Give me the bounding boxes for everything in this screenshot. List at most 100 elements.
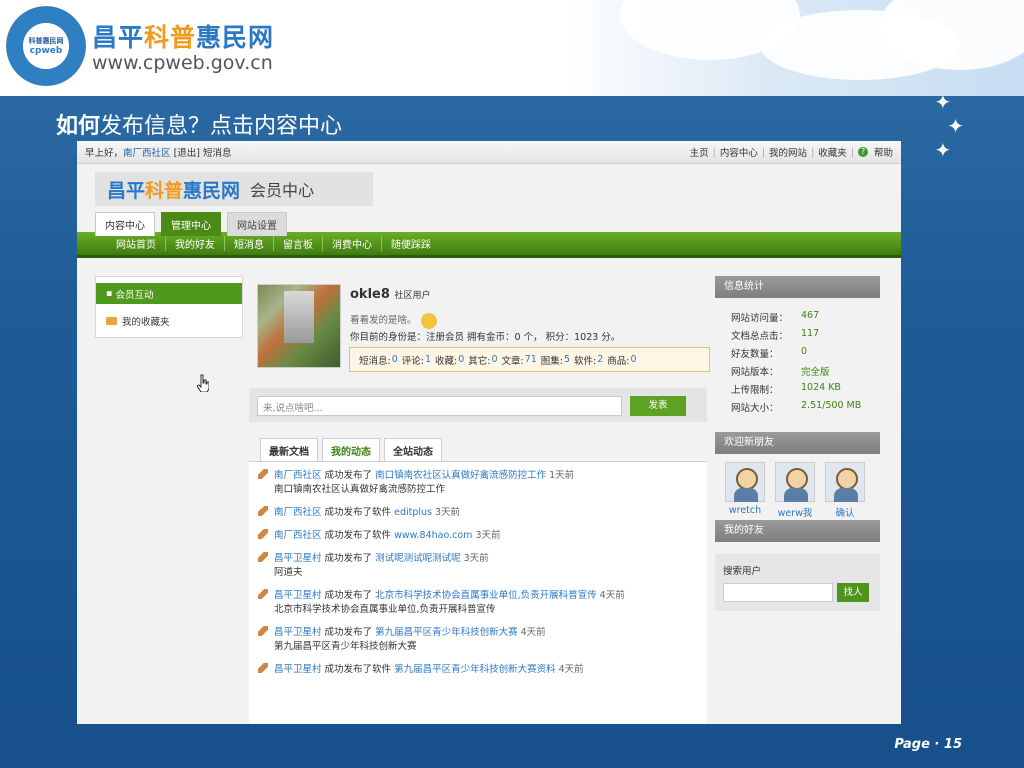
feed-target-link[interactable]: editplus bbox=[394, 507, 432, 518]
seal-text-bottom: cpweb bbox=[29, 46, 63, 56]
tab-latest-docs[interactable]: 最新文档 bbox=[260, 438, 318, 463]
friend-card[interactable]: 确认 bbox=[825, 462, 865, 520]
stat-label: 其它: bbox=[468, 355, 491, 367]
tab-content-center[interactable]: 内容中心 bbox=[95, 212, 155, 236]
feed-target-link[interactable]: 第九届昌平区青少年科技创新大赛 bbox=[375, 627, 518, 638]
feed-item: 昌平卫星村 成功发布了 测试呢测试呢测试呢 3天前 阿道夫 bbox=[258, 552, 698, 580]
search-input[interactable] bbox=[723, 583, 833, 602]
tab-my-activity[interactable]: 我的动态 bbox=[322, 438, 380, 463]
feed-time: 4天前 bbox=[520, 627, 546, 638]
feed-time: 3天前 bbox=[435, 507, 461, 518]
slide-header: 科普惠民网 cpweb 昌平科普惠民网 www.cpweb.gov.cn bbox=[0, 0, 1024, 96]
stat-value: 2 bbox=[597, 354, 604, 365]
page-number: Page · 15 bbox=[894, 737, 962, 752]
post-button[interactable]: 发表 bbox=[630, 396, 686, 416]
user-avatar-icon bbox=[825, 462, 865, 502]
feed-time: 1天前 bbox=[549, 470, 575, 481]
stat-key: 上传限制： bbox=[731, 385, 779, 396]
status-text: 看看发的是啥。 bbox=[350, 315, 417, 326]
sparkle-icon: ✦ ✦ ✦ bbox=[934, 90, 964, 162]
stat-val: 467 bbox=[801, 310, 820, 321]
brand-title-part: 科普 bbox=[144, 23, 197, 52]
nav-messages[interactable]: 短消息 bbox=[225, 236, 274, 251]
avatar[interactable] bbox=[257, 284, 341, 368]
stat-key: 文档总点击： bbox=[731, 331, 789, 342]
feed-item: 南厂西社区 成功发布了软件 editplus 3天前 bbox=[258, 506, 698, 520]
stat-value: 0 bbox=[630, 354, 637, 365]
stat-label: 软件: bbox=[574, 355, 597, 367]
stat-label: 图集: bbox=[540, 355, 563, 367]
username: okle8 bbox=[350, 287, 390, 302]
stat-value: 0 bbox=[491, 354, 498, 365]
post-input[interactable]: 来,说点啥吧... bbox=[257, 396, 622, 416]
menu-my-favorites[interactable]: 我的收藏夹 bbox=[96, 310, 242, 331]
folder-icon bbox=[106, 316, 117, 325]
friend-name: 确认 bbox=[835, 508, 855, 519]
menu-label: 会员互动 bbox=[115, 289, 154, 301]
brand-title-part: 昌平 bbox=[92, 23, 145, 52]
profile-name: okle8 社区用户 bbox=[350, 287, 430, 302]
logout-link[interactable]: [退出] bbox=[174, 145, 200, 159]
feed-user-link[interactable]: 昌平卫星村 bbox=[274, 590, 322, 601]
stat-val: 117 bbox=[801, 328, 820, 339]
stat-row: 上传限制： 1024 KB bbox=[731, 382, 880, 400]
stat-row: 网站大小： 2.51/500 MB bbox=[731, 400, 880, 418]
feed-target-link[interactable]: 南口镇南农社区认真做好禽流感防控工作 bbox=[375, 470, 546, 481]
stat-key: 网站访问量： bbox=[731, 313, 789, 324]
user-avatar-icon bbox=[775, 462, 815, 502]
logo-part: 昌平 bbox=[107, 179, 146, 202]
topbar-links: 主页 | 内容中心 | 我的网站 | 收藏夹 | ? 帮助 bbox=[689, 145, 893, 160]
feed-item: 昌平卫星村 成功发布了 第九届昌平区青少年科技创新大赛 4天前 第九届昌平区青少年… bbox=[258, 626, 698, 654]
feed-user-link[interactable]: 南厂西社区 bbox=[274, 470, 322, 481]
nav-consumption[interactable]: 消费中心 bbox=[323, 236, 382, 251]
find-user-button[interactable]: 找人 bbox=[837, 583, 869, 602]
feed-target-link[interactable]: 北京市科学技术协会直属事业单位,负责开展科普宣传 bbox=[375, 590, 597, 601]
nav-site-home[interactable]: 网站首页 bbox=[107, 236, 166, 251]
friend-card[interactable]: werw我 bbox=[775, 462, 815, 520]
home-link[interactable]: 主页 bbox=[690, 145, 709, 159]
feed-time: 3天前 bbox=[475, 530, 501, 541]
pencil-icon bbox=[258, 469, 268, 479]
feed-time: 3天前 bbox=[463, 553, 489, 564]
tab-site-activity[interactable]: 全站动态 bbox=[384, 438, 442, 463]
my-site-link[interactable]: 我的网站 bbox=[769, 145, 807, 159]
nav-guestbook[interactable]: 留言板 bbox=[274, 236, 323, 251]
greeting: 早上好， bbox=[85, 148, 124, 159]
stats-box: 网站访问量： 467 文档总点击： 117 好友数量： 0 网站版本： 完全版 上传限制： 102… bbox=[715, 298, 880, 422]
feed-item: 南厂西社区 成功发布了 南口镇南农社区认真做好禽流感防控工作 1天前 南口镇南农社… bbox=[258, 469, 698, 497]
brand-url: www.cpweb.gov.cn bbox=[92, 52, 273, 74]
feed-item: 昌平卫星村 成功发布了 北京市科学技术协会直属事业单位,负责开展科普宣传 4天前… bbox=[258, 589, 698, 617]
nav-my-friends[interactable]: 我的好友 bbox=[166, 236, 225, 251]
feed-user-link[interactable]: 南厂西社区 bbox=[274, 530, 322, 541]
feed-target-link[interactable]: 第九届昌平区青少年科技创新大赛资料 bbox=[394, 664, 556, 675]
screenshot-frame: 早上好， 南厂西社区 [退出] 短消息 主页 | 内容中心 | 我的网站 | 收藏夹 |… bbox=[77, 141, 901, 724]
stat-key: 网站版本： bbox=[731, 367, 779, 378]
stat-value: 0 bbox=[391, 354, 398, 365]
stat-label: 商品: bbox=[607, 355, 630, 367]
messages-link[interactable]: 短消息 bbox=[203, 145, 232, 159]
content-center-link[interactable]: 内容中心 bbox=[720, 145, 758, 159]
right-sidebar: 信息统计 网站访问量： 467 文档总点击： 117 好友数量： 0 网站版本： 完全版 上传限… bbox=[715, 276, 880, 611]
user-link[interactable]: 南厂西社区 bbox=[123, 145, 171, 159]
feed-user-link[interactable]: 南厂西社区 bbox=[274, 507, 322, 518]
feed-time: 4天前 bbox=[599, 590, 625, 601]
main-tabs: 内容中心 管理中心 网站设置 bbox=[95, 212, 287, 236]
my-friends-title: 我的好友 bbox=[715, 520, 880, 542]
stat-row: 网站访问量： 467 bbox=[731, 310, 880, 328]
tab-site-settings[interactable]: 网站设置 bbox=[227, 212, 287, 236]
menu-member-interaction[interactable]: ▪ 会员互动 bbox=[96, 283, 242, 304]
hand-cursor-icon bbox=[197, 374, 209, 392]
feed-user-link[interactable]: 昌平卫星村 bbox=[274, 627, 322, 638]
feed-target-link[interactable]: www.84hao.com bbox=[394, 530, 472, 541]
feed-user-link[interactable]: 昌平卫星村 bbox=[274, 664, 322, 675]
friend-card[interactable]: wretch bbox=[725, 462, 765, 520]
favorites-link[interactable]: 收藏夹 bbox=[818, 145, 847, 159]
help-link[interactable]: 帮助 bbox=[874, 145, 893, 159]
feed-target-link[interactable]: 测试呢测试呢测试呢 bbox=[375, 553, 461, 564]
feed-item: 南厂西社区 成功发布了软件 www.84hao.com 3天前 bbox=[258, 529, 698, 543]
feed-user-link[interactable]: 昌平卫星村 bbox=[274, 553, 322, 564]
nav-browse[interactable]: 随便踩踩 bbox=[382, 236, 440, 251]
tab-manage-center[interactable]: 管理中心 bbox=[161, 212, 221, 236]
activity-feed: 南厂西社区 成功发布了 南口镇南农社区认真做好禽流感防控工作 1天前 南口镇南农社… bbox=[249, 461, 707, 724]
pencil-icon bbox=[258, 663, 268, 673]
